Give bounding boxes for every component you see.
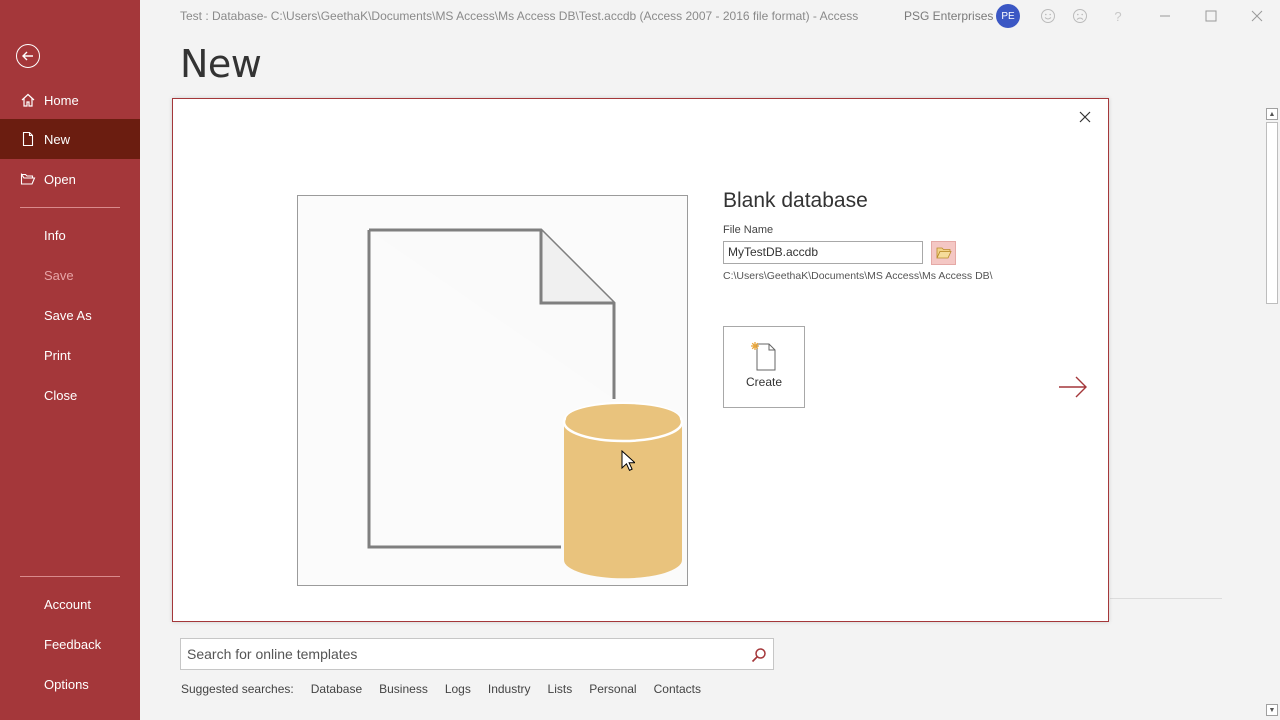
create-button[interactable]: Create: [723, 326, 805, 408]
next-template-button[interactable]: [1057, 373, 1089, 401]
back-arrow-icon: [22, 51, 33, 61]
sidebar-item-label: New: [44, 131, 71, 147]
arrow-right-icon: [1059, 376, 1087, 398]
dialog-heading: Blank database: [723, 189, 868, 212]
sidebar-divider: [20, 576, 120, 577]
suggestion-link[interactable]: Personal: [589, 682, 636, 696]
smile-feedback-icon[interactable]: [1038, 6, 1058, 26]
create-button-label: Create: [745, 375, 783, 389]
avatar[interactable]: PE: [996, 4, 1020, 28]
sidebar-item-save[interactable]: Save: [0, 255, 140, 295]
sidebar-divider: [20, 207, 120, 208]
search-button[interactable]: [749, 645, 769, 665]
sidebar-item-options[interactable]: Options: [0, 664, 140, 704]
sidebar-item-label: Save: [44, 267, 74, 283]
suggestion-link[interactable]: Contacts: [654, 682, 701, 696]
new-file-sparkle-icon: [751, 342, 776, 371]
template-search-box: [180, 638, 774, 670]
close-icon: [1079, 111, 1091, 123]
sidebar-item-label: Account: [44, 596, 91, 612]
open-folder-icon: [20, 171, 36, 187]
suggested-searches-label: Suggested searches:: [181, 682, 294, 696]
maximize-icon[interactable]: [1201, 6, 1221, 26]
sidebar-item-home[interactable]: Home: [0, 80, 140, 120]
sidebar-item-label: Close: [44, 387, 78, 403]
sidebar-item-open[interactable]: Open: [0, 159, 140, 199]
sidebar-item-label: Open: [44, 171, 76, 187]
search-icon: [751, 648, 766, 663]
frown-feedback-icon[interactable]: [1070, 6, 1090, 26]
suggestion-link[interactable]: Logs: [445, 682, 471, 696]
dialog-close-button[interactable]: [1075, 107, 1095, 127]
window-title: Test : Database- C:\Users\GeethaK\Docume…: [180, 9, 859, 23]
sidebar-item-account[interactable]: Account: [0, 584, 140, 624]
sidebar-item-print[interactable]: Print: [0, 335, 140, 375]
sidebar-item-label: Home: [44, 92, 79, 108]
search-input[interactable]: [187, 639, 747, 669]
organization-name: PSG Enterprises: [904, 9, 994, 23]
file-name-field[interactable]: MyTestDB.accdb: [723, 241, 923, 264]
blank-database-dialog: Blank database File Name MyTestDB.accdb …: [172, 98, 1109, 622]
window-close-icon[interactable]: [1247, 6, 1267, 26]
sidebar-item-label: Info: [44, 227, 66, 243]
sidebar-item-label: Feedback: [44, 636, 102, 652]
mouse-cursor-icon: [621, 450, 635, 471]
sidebar-item-save-as[interactable]: Save As: [0, 295, 140, 335]
sidebar-item-info[interactable]: Info: [0, 215, 140, 255]
sidebar-item-label: Print: [44, 347, 71, 363]
suggestion-link[interactable]: Lists: [548, 682, 573, 696]
page-title: New: [180, 42, 262, 86]
suggestion-link[interactable]: Business: [379, 682, 428, 696]
sidebar-item-close[interactable]: Close: [0, 375, 140, 415]
back-button[interactable]: [16, 44, 40, 68]
sidebar-item-label: Save As: [44, 307, 92, 323]
help-icon[interactable]: ?: [1108, 6, 1128, 26]
blank-database-illustration: [367, 228, 684, 579]
suggestion-link[interactable]: Industry: [488, 682, 531, 696]
save-location-path: C:\Users\GeethaK\Documents\MS Access\Ms …: [723, 270, 993, 282]
sidebar-item-feedback[interactable]: Feedback: [0, 624, 140, 664]
folder-icon: [935, 247, 952, 259]
suggestion-link[interactable]: Database: [311, 682, 362, 696]
divider: [1110, 598, 1222, 599]
browse-folder-button[interactable]: [931, 241, 956, 265]
vertical-scrollbar[interactable]: ▲ ▼: [1264, 106, 1280, 720]
file-name-label: File Name: [723, 224, 774, 236]
suggested-searches: Suggested searches: Database Business Lo…: [181, 682, 718, 696]
scroll-thumb[interactable]: [1266, 122, 1278, 304]
sidebar-item-new[interactable]: New: [0, 119, 140, 159]
home-icon: [20, 92, 36, 108]
minimize-icon[interactable]: [1155, 6, 1175, 26]
sidebar-item-label: Options: [44, 676, 89, 692]
new-document-icon: [20, 131, 36, 147]
scroll-up-icon[interactable]: ▲: [1266, 108, 1278, 120]
scroll-down-icon[interactable]: ▼: [1266, 704, 1278, 716]
template-preview: [297, 195, 688, 586]
backstage-sidebar: Home New Open Info Save Save As Print Cl…: [0, 0, 140, 720]
